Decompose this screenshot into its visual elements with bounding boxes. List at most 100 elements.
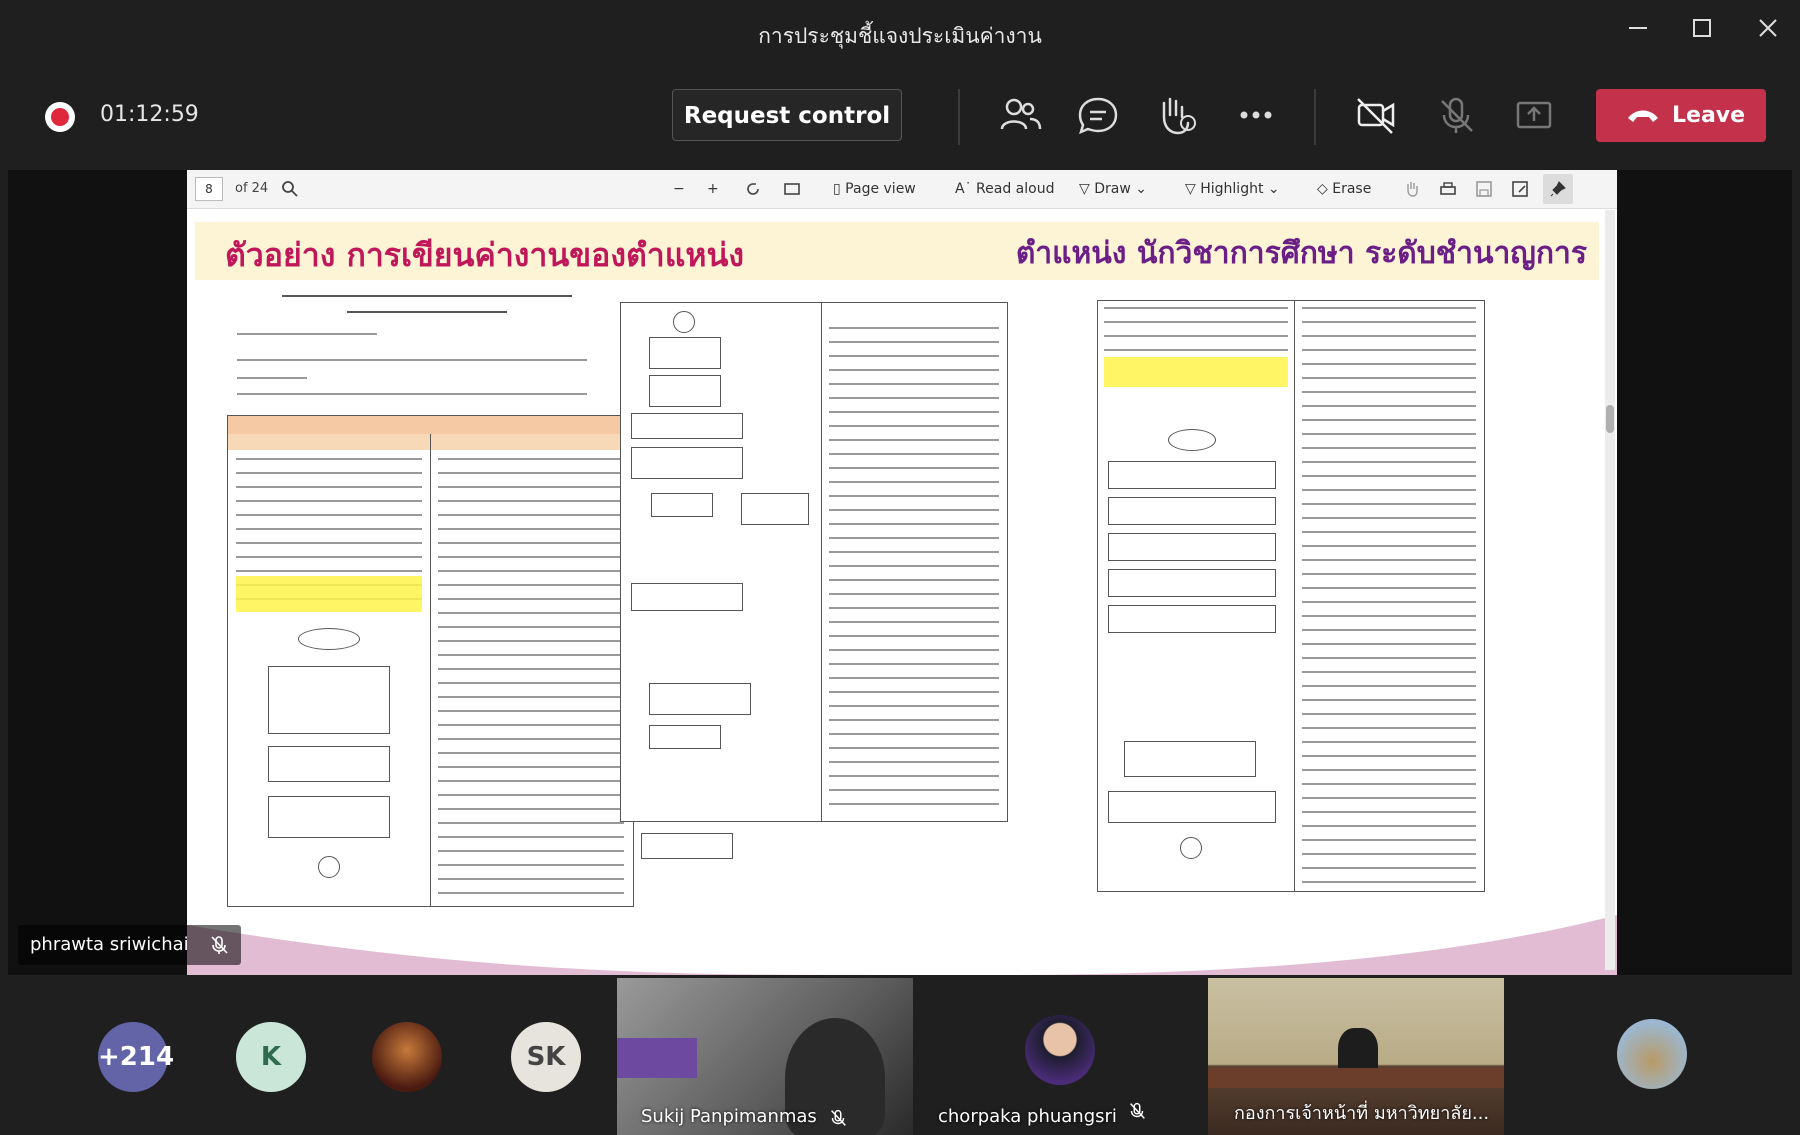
participant-roster: +214 K SK Sukij Panpimanmas chorpaka phu…: [0, 975, 1800, 1135]
draw-label: Draw: [1094, 181, 1131, 197]
minimize-button[interactable]: [1618, 16, 1658, 48]
flow-end-circle: [1180, 837, 1202, 859]
microphone-muted-icon: [831, 1109, 846, 1126]
document-page-flowchart: [620, 302, 1008, 859]
window-title: การประชุมชี้แจงประเมินค่างาน: [758, 24, 1042, 48]
page-number-input[interactable]: 8: [195, 177, 223, 201]
draw-icon: ▽: [1079, 181, 1090, 197]
page-view-button[interactable]: ▯ Page view: [833, 181, 916, 197]
doc-text-block: [438, 458, 624, 898]
participant-avatar[interactable]: K: [236, 1022, 306, 1092]
meeting-toolbar: 01:12:59 Request control Leave: [0, 64, 1800, 164]
highlighted-text: [236, 576, 422, 612]
flow-box: [1108, 533, 1276, 561]
maximize-button[interactable]: [1682, 16, 1722, 48]
participant-avatar[interactable]: [372, 1022, 442, 1092]
save-icon[interactable]: [1475, 180, 1493, 198]
presenter-name: phrawta sriwichai: [30, 934, 189, 955]
eraser-icon: ◇: [1317, 181, 1328, 197]
camera-toggle-button[interactable]: [1350, 89, 1402, 141]
table-divider: [430, 434, 431, 906]
save-as-icon[interactable]: [1511, 180, 1529, 198]
maximize-icon: [1693, 19, 1711, 37]
participants-button[interactable]: [994, 89, 1046, 141]
camera-off-icon: [1357, 98, 1395, 134]
erase-label: Erase: [1332, 181, 1372, 197]
doc-text-block: [829, 327, 999, 817]
reactions-button[interactable]: [1150, 89, 1202, 141]
microphone-toggle-button[interactable]: [1430, 89, 1482, 141]
participant-video[interactable]: กองการเจ้าหน้าที่ มหาวิทยาลัย...: [1208, 978, 1504, 1135]
shared-pdf-viewer[interactable]: 8 of 24 − + ▯ Page view A˙ Read aloud ▽ …: [187, 170, 1617, 975]
participant-avatar[interactable]: [1025, 1015, 1095, 1085]
fit-page-icon[interactable]: [783, 180, 801, 198]
table-title-row: [228, 416, 633, 434]
slide-decoration: [187, 915, 1617, 975]
video-background-object: [617, 1038, 697, 1078]
participant-name: Sukij Panpimanmas: [641, 1106, 817, 1127]
flow-box: [268, 796, 390, 838]
title-bar: การประชุมชี้แจงประเมินค่างาน: [0, 0, 1800, 65]
microphone-off-icon: [1441, 97, 1473, 133]
flow-end-circle: [318, 856, 340, 878]
participant-name: chorpaka phuangsri: [938, 1106, 1117, 1127]
print-icon[interactable]: [1439, 180, 1457, 198]
page-divider: [821, 303, 822, 821]
read-aloud-button[interactable]: A˙ Read aloud: [955, 181, 1054, 197]
slide-heading-right: ตำแหน่ง นักวิชาการศึกษา ระดับชำนาญการ: [1015, 236, 1587, 271]
participant-avatar[interactable]: SK: [511, 1022, 581, 1092]
hand-tool-icon[interactable]: [1403, 180, 1421, 198]
share-content-button[interactable]: [1508, 89, 1560, 141]
page-view-label: Page view: [845, 181, 916, 197]
flow-box: [268, 666, 390, 734]
chat-button[interactable]: [1072, 89, 1124, 141]
doc-text-line: [237, 359, 587, 361]
duties-table: [227, 415, 634, 907]
phone-hangup-icon: [1628, 110, 1658, 122]
participant-avatar[interactable]: [1617, 1019, 1687, 1089]
flow-box: [1108, 791, 1276, 823]
flow-start-circle: [673, 311, 695, 333]
flow-box: [631, 447, 743, 479]
microphone-icon: [1130, 1102, 1145, 1119]
more-options-button[interactable]: [1230, 89, 1282, 141]
doc-text-line: [237, 377, 307, 379]
leave-button[interactable]: Leave: [1596, 89, 1766, 142]
conference-table: [1208, 1068, 1504, 1088]
leave-label: Leave: [1672, 103, 1746, 128]
chat-icon: [1078, 97, 1118, 135]
draw-button[interactable]: ▽ Draw ⌄: [1079, 181, 1147, 197]
pdf-scrollbar-thumb[interactable]: [1606, 405, 1614, 433]
zoom-in-button[interactable]: +: [707, 181, 719, 197]
flow-box: [651, 493, 713, 517]
flow-box: [1108, 605, 1276, 633]
pdf-scrollbar[interactable]: [1605, 210, 1615, 970]
participant-video[interactable]: Sukij Panpimanmas: [617, 978, 913, 1135]
doc-text-line: [237, 333, 377, 335]
flow-box: [649, 683, 751, 715]
highlight-button[interactable]: ▽ Highlight ⌄: [1185, 181, 1280, 197]
search-icon[interactable]: [281, 180, 299, 198]
highlighter-icon: ▽: [1185, 181, 1196, 197]
close-button[interactable]: [1748, 16, 1788, 48]
flow-box: [641, 833, 733, 859]
doc-text-block: [1104, 307, 1288, 357]
flow-box: [1124, 741, 1256, 777]
chevron-down-icon: ⌄: [1267, 181, 1280, 197]
zoom-out-button[interactable]: −: [673, 181, 685, 197]
highlighted-text: [1104, 357, 1288, 387]
more-participants-button[interactable]: +214: [98, 1022, 174, 1092]
pin-toolbar-button[interactable]: [1543, 174, 1573, 204]
share-tray-icon: [1516, 101, 1552, 129]
rotate-icon[interactable]: [744, 180, 762, 198]
document-page-form: [227, 285, 634, 975]
presenter-name-tag: phrawta sriwichai: [18, 925, 241, 965]
flow-box: [631, 413, 743, 439]
flow-start-oval: [298, 628, 360, 650]
flow-box: [649, 337, 721, 369]
request-control-button[interactable]: Request control: [672, 89, 902, 141]
erase-button[interactable]: ◇ Erase: [1317, 181, 1371, 197]
toolbar-divider: [1314, 89, 1316, 145]
flow-box: [1108, 569, 1276, 597]
flow-start-oval: [1168, 429, 1216, 451]
